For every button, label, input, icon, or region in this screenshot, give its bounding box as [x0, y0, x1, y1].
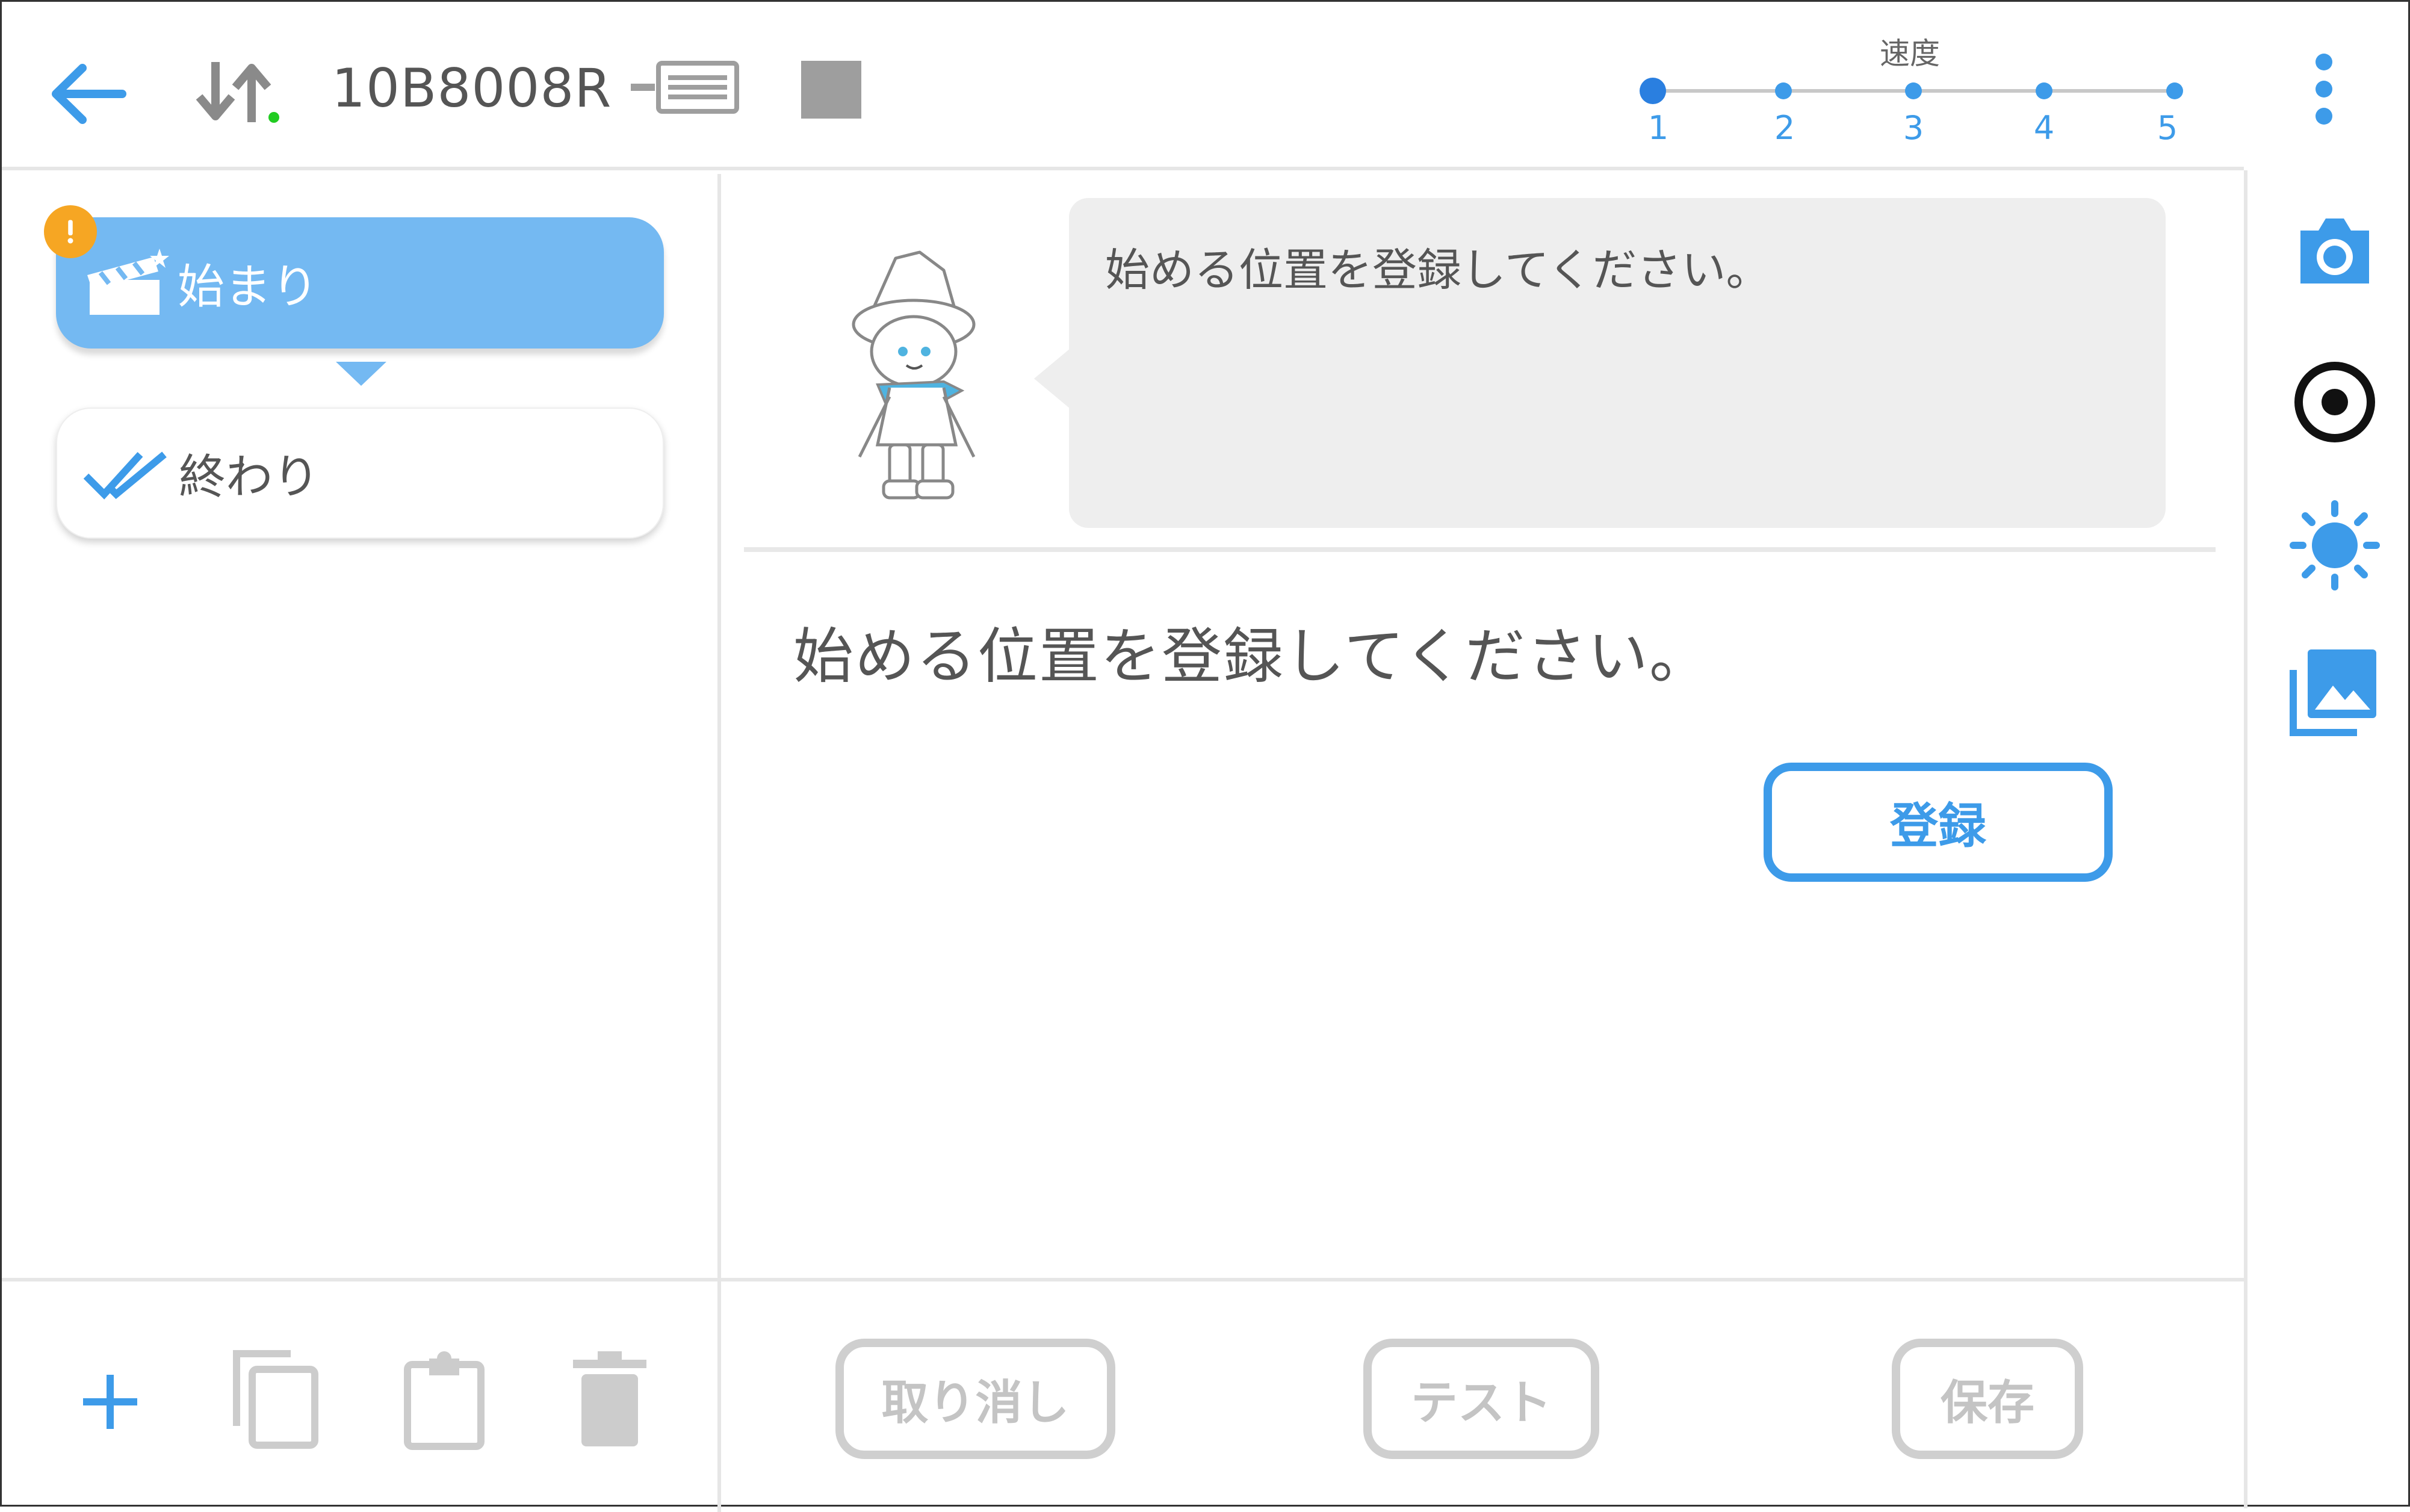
speed-level-1: 1 — [1647, 109, 1669, 147]
speed-dot-3[interactable] — [1905, 82, 1922, 99]
step-label-start: 始まり — [178, 260, 319, 314]
step-edit-toolbar — [2, 1281, 721, 1512]
step-detail-area: 始める位置を登録してください。 始める位置を登録してください。 登録 — [721, 174, 2244, 1281]
clapperboard-icon — [87, 249, 169, 315]
copy-icon[interactable] — [231, 1348, 321, 1450]
brightness-icon[interactable] — [2290, 500, 2380, 590]
cancel-button[interactable]: 取り消し — [835, 1339, 1115, 1459]
app-window: 10B8008R 速度 1 2 3 4 5 始まり 終わり 始める位置を登録して… — [0, 0, 2410, 1512]
step-list-panel: 始まり 終わり — [2, 174, 721, 1281]
step-item-end[interactable]: 終わり — [56, 407, 664, 539]
speech-bubble: 始める位置を登録してください。 — [1034, 198, 2166, 528]
double-check-icon — [83, 451, 167, 500]
delete-trash-icon[interactable] — [565, 1348, 655, 1450]
speed-dot-5[interactable] — [2166, 82, 2183, 99]
speed-level-5: 5 — [2157, 109, 2178, 147]
bottom-bar: 取り消し テスト 保存 — [2, 1278, 2244, 1512]
back-arrow-icon[interactable] — [45, 55, 129, 133]
sync-arrows-icon[interactable] — [188, 56, 285, 128]
more-vert-icon[interactable] — [2312, 50, 2336, 128]
mascot-character-icon — [852, 250, 976, 500]
speed-dot-2[interactable] — [1775, 82, 1792, 99]
right-toolbar — [2244, 170, 2410, 1508]
device-id: 10B8008R — [332, 57, 612, 119]
add-icon[interactable] — [65, 1348, 155, 1450]
register-button[interactable]: 登録 — [1764, 763, 2113, 882]
speed-label: 速度 — [1880, 36, 1940, 71]
top-bar: 10B8008R 速度 1 2 3 4 5 — [2, 2, 2332, 170]
speed-level-4: 4 — [2033, 109, 2055, 147]
record-target-icon[interactable] — [2290, 357, 2380, 447]
camera-icon[interactable] — [2290, 206, 2380, 297]
step-label-end: 終わり — [179, 450, 320, 504]
speed-level-2: 2 — [1774, 109, 1795, 147]
stop-icon[interactable] — [801, 61, 861, 119]
speed-dot-4[interactable] — [2036, 82, 2052, 99]
test-button[interactable]: テスト — [1363, 1339, 1599, 1459]
instruction-text: 始める位置を登録してください。 — [793, 621, 1711, 692]
step-item-start[interactable]: 始まり — [56, 217, 664, 349]
speech-bubble-text: 始める位置を登録してください。 — [1105, 244, 1771, 296]
program-list-icon[interactable] — [631, 61, 739, 114]
step-connector-arrow — [336, 362, 386, 386]
save-button[interactable]: 保存 — [1892, 1339, 2083, 1459]
speed-level-3: 3 — [1903, 109, 1924, 147]
gallery-icon[interactable] — [2290, 646, 2380, 736]
paste-clipboard-icon[interactable] — [399, 1348, 489, 1450]
speed-dot-1[interactable] — [1640, 78, 1666, 104]
content-divider — [744, 547, 2216, 552]
warning-icon — [44, 205, 97, 258]
